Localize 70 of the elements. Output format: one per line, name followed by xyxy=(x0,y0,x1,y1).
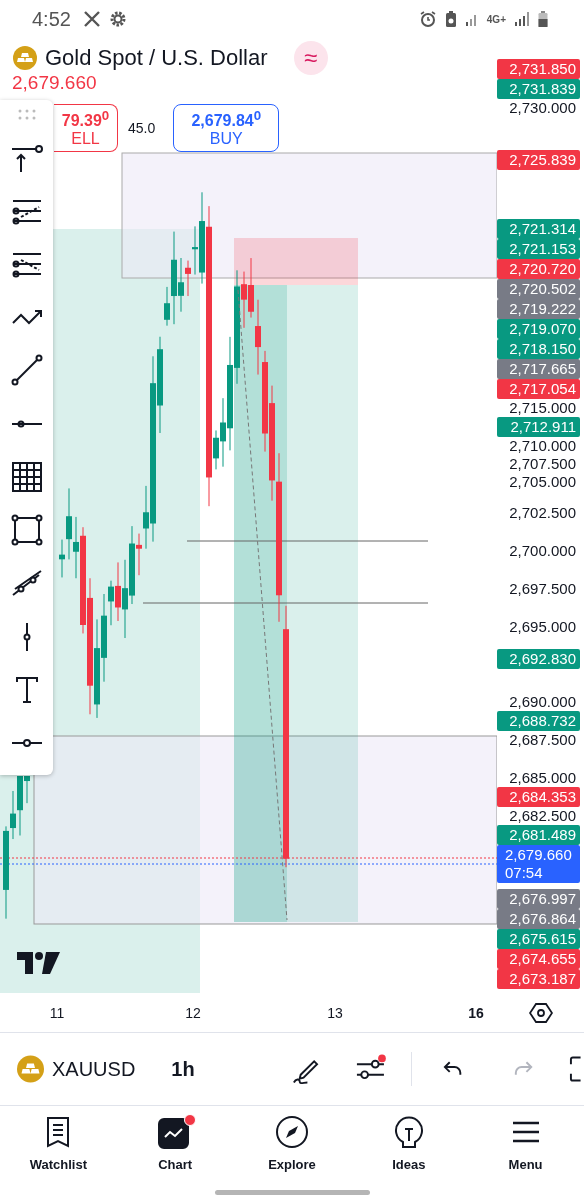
price-label: 2,719.070 xyxy=(497,318,580,339)
symbol-type-badge: ≈ xyxy=(293,41,328,75)
signal-icon xyxy=(514,11,530,27)
price-label: 2,720.720 xyxy=(497,258,580,279)
price-tick: 2,685.000 xyxy=(508,768,577,787)
last-price: 2,679.660 xyxy=(11,72,98,94)
price-tick: 2,710.000 xyxy=(508,436,577,455)
fullscreen-icon[interactable] xyxy=(568,1055,584,1083)
price-tick: 2,700.000 xyxy=(508,542,577,560)
price-tick: 2,697.500 xyxy=(508,579,577,598)
price-label: 2,676.997 xyxy=(497,889,580,910)
battery-saver-icon xyxy=(444,10,457,28)
price-tick: 2,705.000 xyxy=(508,472,577,491)
price-label: 2,712.911 xyxy=(497,416,580,437)
time-label: 12 xyxy=(185,1005,201,1021)
price-label: 2,720.502 xyxy=(497,278,580,299)
network-type: 4G+ xyxy=(486,13,506,25)
price-label: 2,692.830 xyxy=(497,649,580,670)
price-tick: 2,687.500 xyxy=(508,731,577,750)
price-tick: 2,682.500 xyxy=(508,806,577,825)
price-label: 2,684.353 xyxy=(497,786,580,807)
buy-button[interactable]: 2,679.84$^{0}$ BUY xyxy=(173,104,280,152)
price-label: 2,688.732 xyxy=(497,711,580,732)
coin-icon xyxy=(13,46,37,70)
coin-icon xyxy=(17,1055,44,1083)
price-tick: 2,730.000 xyxy=(508,99,577,118)
settings-icon[interactable] xyxy=(529,1002,553,1024)
price-tick: 2,715.000 xyxy=(508,398,577,417)
time-label: 11 xyxy=(49,1005,65,1021)
price-label: 2,681.489 xyxy=(497,824,580,845)
x-logo-icon xyxy=(82,10,101,28)
price-label: 2,731.839 xyxy=(497,79,580,100)
symbol-title: Gold Spot / U.S. Dollar xyxy=(45,45,268,71)
price-tick: 2,702.500 xyxy=(508,504,577,523)
price-tick: 2,695.000 xyxy=(508,617,577,636)
interval-button[interactable]: 1h xyxy=(171,1057,195,1081)
tradingview-logo-icon xyxy=(17,952,60,974)
time-label: 13 xyxy=(327,1005,343,1021)
price-label: 2,719.222 xyxy=(497,298,580,319)
settings-icon xyxy=(108,10,127,28)
sell-button[interactable]: 79.39$^{0}$ ELL xyxy=(54,104,118,152)
nav-tab[interactable]: Watchlist xyxy=(0,1106,117,1184)
price-label: 2,674.655 xyxy=(497,949,580,970)
price-label: 2,721.153 xyxy=(497,238,580,259)
drag-handle-icon[interactable] xyxy=(16,108,37,120)
nav-tab[interactable]: Chart xyxy=(116,1106,234,1184)
battery-icon xyxy=(538,10,548,28)
price-label: 2,717.054 xyxy=(497,378,580,399)
price-label: 2,731.850 xyxy=(497,59,580,80)
nav-tab[interactable]: Menu xyxy=(467,1106,584,1184)
rectangle-icon[interactable] xyxy=(10,514,43,546)
price-label: 2,725.839 xyxy=(497,150,580,171)
clock: 4:52 xyxy=(32,7,71,31)
trend-line-icon[interactable] xyxy=(10,354,43,387)
price-label: 2,679.660 07:54 xyxy=(497,844,580,883)
price-tick: 2,690.000 xyxy=(508,693,577,712)
price-label: 2,675.615 xyxy=(497,929,580,950)
price-label: 2,718.150 xyxy=(497,338,580,359)
time-label: 16 xyxy=(468,1005,484,1021)
grid-icon[interactable] xyxy=(10,460,43,493)
price-label: 2,673.187 xyxy=(497,969,580,990)
spread: 45.0 xyxy=(128,120,156,136)
nav-tab[interactable]: Explore xyxy=(233,1106,351,1184)
symbol-button[interactable]: XAUUSD xyxy=(52,1057,136,1081)
alarm-icon xyxy=(418,10,437,28)
price-label: 2,721.314 xyxy=(497,218,580,239)
price-tick: 2,707.500 xyxy=(508,454,577,473)
price-label: 2,717.665 xyxy=(497,358,580,379)
nav-tab[interactable]: Ideas xyxy=(350,1106,468,1184)
price-label: 2,676.864 xyxy=(497,909,580,930)
